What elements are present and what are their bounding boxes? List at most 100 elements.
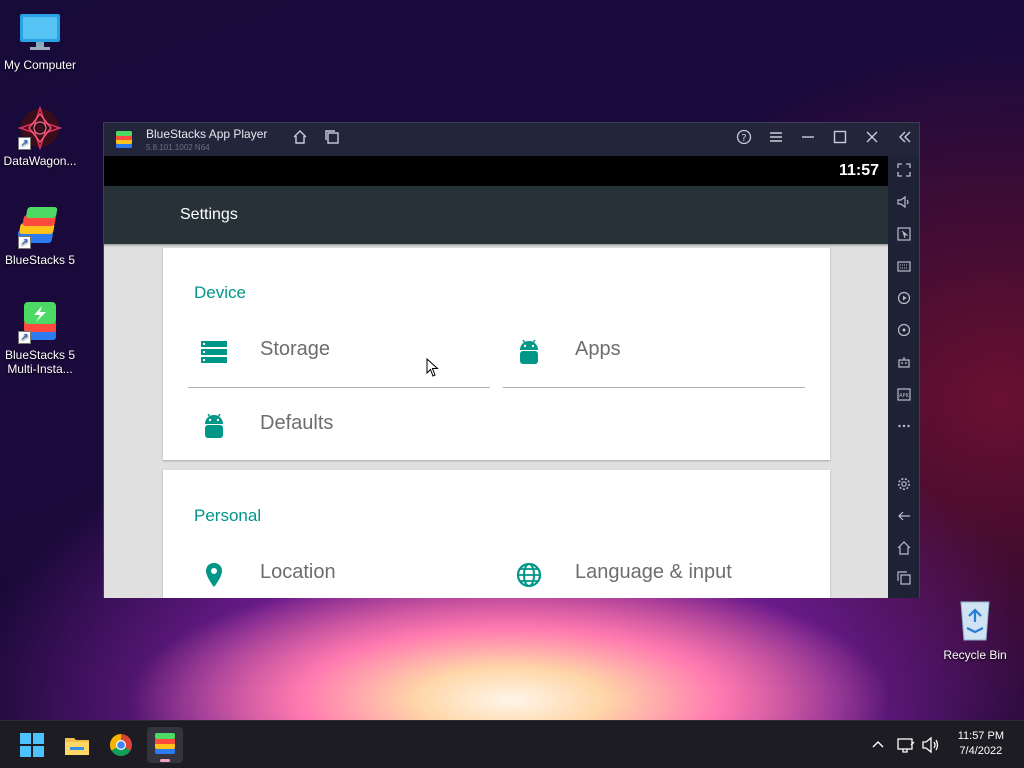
desktop-icon-label: BlueStacks 5 xyxy=(4,253,76,267)
bluestacks-multi-instance-icon: ↗ xyxy=(18,300,62,344)
active-app-indicator xyxy=(160,759,170,762)
tray-volume-button[interactable] xyxy=(921,735,941,768)
fullscreen-icon xyxy=(896,163,911,177)
help-button[interactable]: ? xyxy=(734,129,754,149)
rotate-button[interactable] xyxy=(893,322,914,343)
android-status-bar: 11:57 xyxy=(104,156,889,186)
location-pin-icon xyxy=(200,561,228,589)
install-apk-button[interactable]: APK xyxy=(893,386,914,407)
window-version: 5.8.101.1002 N64 xyxy=(146,143,210,152)
settings-item-apps[interactable]: Apps xyxy=(503,316,805,388)
minimize-button[interactable] xyxy=(798,129,818,149)
android-screen: 11:57 Settings Device Storage Apps Defau… xyxy=(104,156,889,598)
tray-overflow-button[interactable] xyxy=(868,735,888,768)
keyboard-icon xyxy=(896,261,911,272)
macro-button[interactable] xyxy=(893,290,914,311)
volume-button[interactable] xyxy=(893,194,914,215)
settings-item-location[interactable]: Location xyxy=(188,539,490,598)
close-icon xyxy=(866,131,878,143)
page-title: Settings xyxy=(180,206,238,223)
hamburger-menu-icon xyxy=(770,132,782,142)
play-circle-icon xyxy=(897,291,910,305)
section-title: Device xyxy=(194,283,246,302)
settings-action-bar: Settings xyxy=(104,186,889,244)
bluestacks-icon: ↗ xyxy=(15,205,62,249)
desktop-icon-label: Recycle Bin xyxy=(943,648,1007,662)
gamepad-button[interactable] xyxy=(893,354,914,375)
desktop-icon-datawagon[interactable]: ↗ DataWagon... xyxy=(0,105,80,168)
desktop-icon-bluestacks[interactable]: ↗ BlueStacks 5 xyxy=(0,205,80,267)
rotate-icon xyxy=(897,323,910,337)
desktop-icon-label: DataWagon... xyxy=(3,154,77,168)
recent-apps-icon xyxy=(896,571,911,585)
globe-icon xyxy=(515,561,543,589)
tray-network-button[interactable] xyxy=(896,735,916,768)
multitask-button[interactable] xyxy=(322,129,342,149)
minimize-icon xyxy=(802,136,814,138)
settings-item-label: Storage xyxy=(260,338,331,360)
settings-item-label: Apps xyxy=(575,338,621,360)
settings-item-language-input[interactable]: Language & input xyxy=(503,539,805,598)
volume-icon xyxy=(896,195,909,209)
close-button[interactable] xyxy=(862,129,882,149)
collapse-sidebar-button[interactable] xyxy=(895,129,915,149)
settings-section-device: Device Storage Apps Defaults xyxy=(163,248,830,460)
taskbar-date: 7/4/2022 xyxy=(959,745,1003,757)
settings-item-defaults[interactable]: Defaults xyxy=(188,390,490,462)
bluestacks-window: BlueStacks App Player 5.8.101.1002 N64 ? xyxy=(103,122,920,598)
desktop-icon-label: My Computer xyxy=(3,58,77,72)
datawagon-icon: ↗ xyxy=(17,105,63,151)
maximize-button[interactable] xyxy=(830,129,850,149)
shortcut-arrow-icon: ↗ xyxy=(18,331,31,344)
settings-item-storage[interactable]: Storage xyxy=(188,316,490,388)
home-button[interactable] xyxy=(290,129,310,149)
desktop-icon-my-computer[interactable]: My Computer xyxy=(0,10,80,72)
shortcut-arrow-icon: ↗ xyxy=(18,236,31,249)
keyboard-button[interactable] xyxy=(893,258,914,279)
bluestacks-sidebar: APK xyxy=(888,156,919,598)
bluestacks-icon xyxy=(155,733,175,754)
gear-icon xyxy=(897,478,910,490)
taskbar-file-explorer[interactable] xyxy=(59,727,95,763)
android-home-button[interactable] xyxy=(893,540,914,561)
status-clock: 11:57 xyxy=(838,162,879,179)
cursor-box-icon xyxy=(896,227,911,241)
svg-text:APK: APK xyxy=(899,393,909,399)
home-icon xyxy=(293,130,307,144)
taskbar: 11:57 PM 7/4/2022 xyxy=(0,720,1024,768)
file-explorer-icon xyxy=(65,738,89,755)
more-dots-icon xyxy=(897,424,910,428)
desktop-icon-bluestacks-multi[interactable]: ↗ BlueStacks 5 Multi-Insta... xyxy=(0,300,80,376)
more-button[interactable] xyxy=(893,418,914,439)
recent-apps-button[interactable] xyxy=(893,570,914,591)
start-icon xyxy=(20,733,44,757)
menu-button[interactable] xyxy=(766,129,786,149)
desktop-icon-recycle-bin[interactable]: Recycle Bin xyxy=(940,598,1010,662)
back-button[interactable] xyxy=(893,508,914,529)
help-icon: ? xyxy=(736,129,752,145)
android-icon xyxy=(200,412,228,440)
settings-button[interactable] xyxy=(893,476,914,497)
settings-section-personal: Personal Location Language & input xyxy=(163,470,830,598)
window-title: BlueStacks App Player xyxy=(146,127,268,141)
settings-item-label: Defaults xyxy=(260,412,334,434)
monitor-icon xyxy=(18,10,62,54)
settings-item-label: Location xyxy=(260,561,336,583)
double-chevron-left-icon xyxy=(899,131,911,143)
taskbar-bluestacks[interactable] xyxy=(147,727,183,763)
volume-icon xyxy=(922,736,939,754)
storage-icon xyxy=(200,338,228,366)
controls-editor-button[interactable] xyxy=(893,226,914,247)
mouse-cursor xyxy=(426,357,440,383)
chrome-icon xyxy=(110,734,132,756)
shortcut-arrow-icon: ↗ xyxy=(18,137,31,150)
chevron-up-icon xyxy=(872,741,884,748)
bluestacks-logo-icon xyxy=(114,130,134,150)
fullscreen-button[interactable] xyxy=(893,162,914,183)
window-titlebar[interactable]: BlueStacks App Player 5.8.101.1002 N64 ? xyxy=(104,123,919,156)
taskbar-time: 11:57 PM xyxy=(957,730,1004,742)
taskbar-chrome[interactable] xyxy=(103,727,139,763)
recent-apps-icon xyxy=(325,130,339,144)
taskbar-clock[interactable]: 11:57 PM 7/4/2022 xyxy=(958,729,1004,759)
start-button[interactable] xyxy=(14,727,50,763)
